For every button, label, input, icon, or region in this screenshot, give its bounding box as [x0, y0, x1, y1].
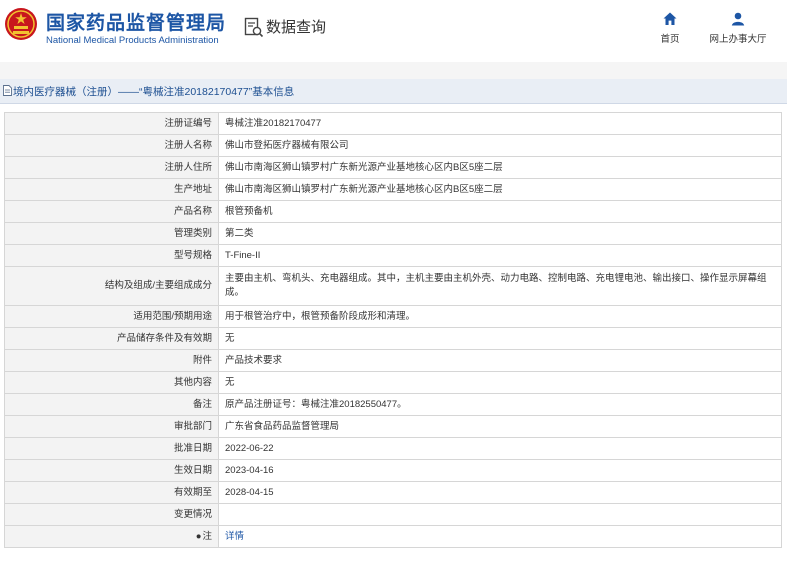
table-row: 变更情况: [4, 503, 782, 526]
field-value: 用于根管治疗中，根管预备阶段成形和清理。: [218, 305, 782, 328]
note-label: 注: [202, 530, 212, 542]
field-value: 根管预备机: [218, 200, 782, 223]
table-row: 有效期至 2028-04-15: [4, 481, 782, 504]
data-query-icon: [244, 17, 264, 38]
field-value: 2028-04-15: [218, 481, 782, 504]
site-title-english: National Medical Products Administration: [46, 35, 219, 46]
note-value-cell: 详情: [218, 525, 782, 548]
table-row: 注册人住所 佛山市南海区狮山镇罗村广东新光源产业基地核心区内B区5座二层: [4, 156, 782, 179]
field-label: 生效日期: [4, 459, 219, 482]
table-row: 型号规格 T-Fine-II: [4, 244, 782, 267]
field-value: 2022-06-22: [218, 437, 782, 460]
field-value: 佛山市登拓医疗器械有限公司: [218, 134, 782, 157]
national-emblem-icon: [5, 8, 37, 40]
table-row: 生效日期 2023-04-16: [4, 459, 782, 482]
table-row: 附件 产品技术要求: [4, 349, 782, 372]
field-label: 附件: [4, 349, 219, 372]
field-value: 佛山市南海区狮山镇罗村广东新光源产业基地核心区内B区5座二层: [218, 156, 782, 179]
field-label: 审批部门: [4, 415, 219, 438]
site-title[interactable]: 国家药品监督管理局: [46, 8, 226, 35]
home-icon: [663, 12, 677, 25]
field-value: 第二类: [218, 222, 782, 245]
field-value: [218, 503, 782, 526]
field-label: 注册证编号: [4, 112, 219, 135]
field-label: 适用范围/预期用途: [4, 305, 219, 328]
field-value: T-Fine-II: [218, 244, 782, 267]
field-value: 原产品注册证号：粤械注准20182550477。: [218, 393, 782, 416]
field-value: 2023-04-16: [218, 459, 782, 482]
table-row: 产品名称 根管预备机: [4, 200, 782, 223]
field-label: 有效期至: [4, 481, 219, 504]
field-label: 批准日期: [4, 437, 219, 460]
field-value: 产品技术要求: [218, 349, 782, 372]
table-row: 产品储存条件及有效期无: [4, 327, 782, 350]
field-label: 其他内容: [4, 371, 219, 394]
table-row: 适用范围/预期用途 用于根管治疗中，根管预备阶段成形和清理。: [4, 305, 782, 328]
field-label: 产品储存条件及有效期: [4, 327, 219, 350]
field-label: 注册人名称: [4, 134, 219, 157]
table-row: 生产地址 佛山市南海区狮山镇罗村广东新光源产业基地核心区内B区5座二层: [4, 178, 782, 201]
breadcrumb-text: 境内医疗器械（注册）——“粤械注准20182170477”基本信息: [13, 86, 295, 98]
nav-online-hall-label: 网上办事大厅: [709, 34, 767, 45]
device-info-table: 注册证编号 粤械注准20182170477 注册人名称 佛山市登拓医疗器械有限公司 …: [4, 112, 782, 548]
bullet-icon: ●: [195, 530, 202, 542]
table-row: 批准日期 2022-06-22: [4, 437, 782, 460]
note-label-cell: ●注: [4, 525, 219, 548]
field-value: 无: [218, 327, 782, 350]
field-label: 管理类别: [4, 222, 219, 245]
table-row: 备注 原产品注册证号：粤械注准20182550477。: [4, 393, 782, 416]
field-label: 产品名称: [4, 200, 219, 223]
field-value: 无: [218, 371, 782, 394]
table-row: 审批部门 广东省食品药品监督管理局: [4, 415, 782, 438]
user-icon: [731, 12, 745, 26]
table-row: ●注 详情: [4, 525, 782, 548]
nav-online-hall[interactable]: 网上办事大厅: [705, 12, 771, 45]
table-row: 结构及组成/主要组成成分 主要由主机、弯机头、充电器组成。其中，主机主要由主机外壳…: [4, 266, 782, 306]
nav-home[interactable]: 首页: [655, 12, 685, 45]
field-value: 佛山市南海区狮山镇罗村广东新光源产业基地核心区内B区5座二层: [218, 178, 782, 201]
table-row: 管理类别 第二类: [4, 222, 782, 245]
breadcrumb: 境内医疗器械（注册）——“粤械注准20182170477”基本信息: [0, 79, 787, 104]
header-divider: [0, 62, 787, 79]
table-row: 其他内容无: [4, 371, 782, 394]
table-row: 注册人名称 佛山市登拓医疗器械有限公司: [4, 134, 782, 157]
nav-home-label: 首页: [660, 34, 680, 45]
field-label: 变更情况: [4, 503, 219, 526]
site-header: 国家药品监督管理局 National Medical Products Admi…: [0, 0, 787, 62]
field-value: 主要由主机、弯机头、充电器组成。其中，主机主要由主机外壳、动力电路、控制电路、充…: [218, 266, 782, 306]
field-label: 生产地址: [4, 178, 219, 201]
data-query-label[interactable]: 数据查询: [266, 16, 326, 37]
field-value: 广东省食品药品监督管理局: [218, 415, 782, 438]
table-row: 注册证编号 粤械注准20182170477: [4, 112, 782, 135]
document-icon: [3, 85, 12, 96]
field-label: 结构及组成/主要组成成分: [4, 266, 219, 306]
details-link[interactable]: 详情: [225, 531, 244, 542]
field-label: 备注: [4, 393, 219, 416]
field-label: 注册人住所: [4, 156, 219, 179]
field-value: 粤械注准20182170477: [218, 112, 782, 135]
field-label: 型号规格: [4, 244, 219, 267]
